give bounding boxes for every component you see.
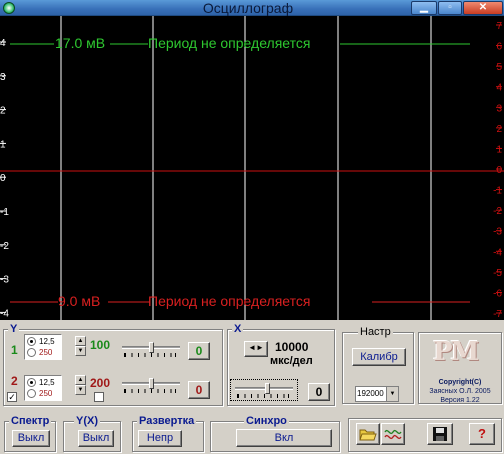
ch2-range-12-5-label: 12,5 — [39, 378, 55, 387]
ch2-gain-up-icon[interactable]: ▲ — [75, 375, 86, 385]
sweep-title: Развертка — [137, 415, 197, 427]
waveform-button[interactable] — [381, 423, 405, 445]
x-group-title: X — [232, 323, 244, 335]
ch1-gain-up-icon[interactable]: ▲ — [75, 336, 86, 346]
settings-group-title: Настр — [358, 326, 393, 338]
ch1-gain-value: 100 — [90, 338, 111, 352]
x-right-arrow-icon[interactable]: ► — [256, 343, 264, 352]
close-button[interactable]: ✕ — [463, 1, 503, 15]
wave-icon — [384, 429, 402, 440]
ch1-zero-button[interactable]: 0 — [188, 342, 210, 360]
right-axis-label: -5 — [493, 268, 502, 279]
ch2-invert-checkbox[interactable] — [94, 392, 104, 402]
right-axis-label: 5 — [496, 62, 502, 73]
chevron-down-icon[interactable]: ▼ — [386, 387, 398, 401]
right-axis-label: 2 — [496, 124, 502, 135]
ch2-range-selector: 12,5 250 — [24, 375, 62, 401]
right-axis-label: 6 — [496, 42, 502, 53]
spectrum-title: Спектр — [9, 415, 52, 427]
version-line: Версия 1.22 — [440, 397, 480, 404]
x-zero-button[interactable]: 0 — [308, 383, 330, 401]
open-file-button[interactable] — [356, 423, 380, 445]
scope-grid: 43210-1-2-3-476543210-1-2-3-4-5-6-7 — [0, 16, 504, 320]
ch1-voltage-readout: 17.0 мВ — [55, 35, 106, 51]
right-axis-label: -4 — [493, 247, 502, 258]
right-axis-label: -1 — [493, 186, 502, 197]
ch2-gain-value: 200 — [90, 376, 111, 390]
left-axis-label: -3 — [0, 275, 9, 286]
right-axis-label: -6 — [493, 288, 502, 299]
ch1-gain-spinner[interactable]: ▲ ▼ — [75, 336, 86, 356]
x-scroll-thumb[interactable] — [265, 383, 270, 394]
copyright-line: Copyright(C) — [438, 379, 482, 386]
ch2-enable-checkbox[interactable]: ✓ — [7, 392, 17, 402]
ch2-range-12-5-radio[interactable] — [27, 378, 36, 387]
sample-rate-select[interactable]: 192000 ▼ — [355, 386, 399, 402]
ch2-offset-thumb[interactable] — [149, 378, 154, 389]
ch2-zero-button[interactable]: 0 — [188, 381, 210, 399]
x-scroll-slider-box[interactable] — [230, 379, 298, 401]
maximize-button[interactable]: ▫ — [438, 1, 462, 15]
ch1-gain-down-icon[interactable]: ▼ — [75, 346, 86, 356]
right-axis-label: -3 — [493, 227, 502, 238]
right-axis-label: 3 — [496, 103, 502, 114]
control-panel: Y 1 12,5 250 ▲ ▼ 100 0 2 12,5 250 ✓ ▲ ▼ 20… — [0, 320, 504, 454]
ch2-period-readout: Период не определяется — [148, 293, 311, 309]
left-axis-label: 2 — [0, 106, 6, 117]
author-line: Заясных О.Л. 2005 — [429, 388, 491, 395]
sync-title: Синхро — [244, 415, 289, 427]
save-button[interactable] — [427, 423, 453, 445]
x-timebase-unit: мкс/дел — [270, 355, 313, 367]
x-step-buttons[interactable]: ◄► — [244, 341, 268, 357]
right-axis-label: 7 — [496, 21, 502, 32]
right-axis-label: -2 — [493, 206, 502, 217]
ch2-gain-spinner[interactable]: ▲ ▼ — [75, 375, 86, 395]
yx-title: Y(X) — [74, 415, 100, 427]
ch2-label: 2 — [11, 374, 18, 388]
right-axis-label: 4 — [496, 83, 502, 94]
oscilloscope-screen: 43210-1-2-3-476543210-1-2-3-4-5-6-7 17.0… — [0, 16, 504, 320]
left-axis-label: 1 — [0, 139, 6, 150]
sync-button[interactable]: Вкл — [236, 429, 332, 447]
folder-icon — [359, 429, 377, 441]
left-axis-label: -1 — [0, 207, 9, 218]
left-axis-label: 0 — [0, 173, 6, 184]
ch1-offset-slider[interactable] — [122, 342, 180, 358]
ch1-range-selector: 12,5 250 — [24, 334, 62, 360]
ch2-voltage-readout: 9.0 мВ — [58, 293, 101, 309]
sweep-button[interactable]: Непр — [138, 430, 182, 447]
floppy-disk-icon — [433, 427, 447, 441]
ch1-range-250-radio[interactable] — [27, 348, 36, 357]
left-axis-label: -4 — [0, 308, 9, 319]
left-axis-label: 3 — [0, 72, 6, 83]
ch2-offset-slider[interactable] — [122, 378, 180, 394]
right-axis-label: 1 — [496, 144, 502, 155]
spectrum-button[interactable]: Выкл — [12, 430, 50, 447]
title-bar: Осциллограф ▁ ▫ ✕ — [0, 0, 504, 16]
ch1-range-250-label: 250 — [39, 348, 53, 357]
ch2-gain-down-icon[interactable]: ▼ — [75, 385, 86, 395]
y-group-title: Y — [8, 323, 20, 335]
ch1-label: 1 — [11, 343, 18, 357]
x-scroll-slider[interactable] — [235, 383, 293, 399]
ch2-range-250-label: 250 — [39, 389, 53, 398]
x-left-arrow-icon[interactable]: ◄ — [248, 343, 256, 352]
minimize-button[interactable]: ▁ — [411, 1, 437, 15]
right-axis-label: -7 — [493, 309, 502, 320]
calibrate-button[interactable]: Калибр — [352, 348, 406, 366]
yx-button[interactable]: Выкл — [78, 430, 114, 447]
ch1-range-12-5-radio[interactable] — [27, 337, 36, 346]
ch1-offset-thumb[interactable] — [149, 342, 154, 353]
help-button[interactable]: ? — [469, 423, 495, 445]
left-axis-label: -2 — [0, 241, 9, 252]
ch2-range-250-radio[interactable] — [27, 389, 36, 398]
ch1-period-readout: Период не определяется — [148, 35, 311, 51]
ch1-range-12-5-label: 12,5 — [39, 337, 55, 346]
sample-rate-value: 192000 — [357, 389, 384, 398]
left-axis-label: 4 — [0, 38, 6, 49]
x-timebase-value: 10000 — [275, 340, 309, 354]
pm-logo: PM — [433, 337, 479, 367]
